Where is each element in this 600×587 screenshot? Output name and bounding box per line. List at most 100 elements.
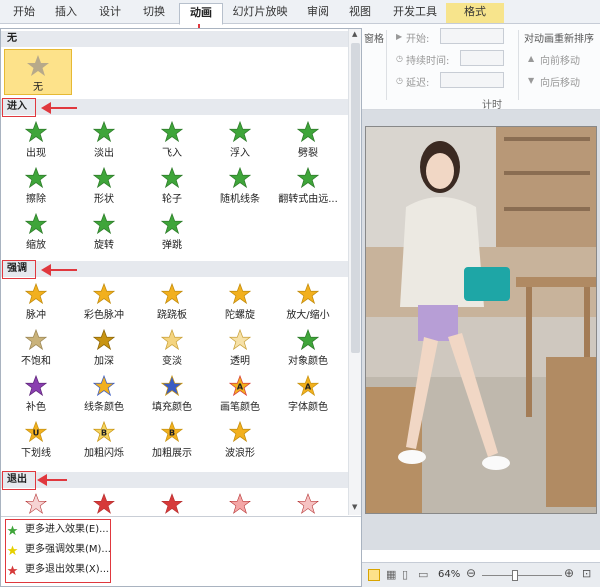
enter-effect-4[interactable]: 劈裂: [275, 119, 341, 165]
enter-effect-5[interactable]: 擦除: [3, 165, 69, 211]
enter-effect-1[interactable]: 淡出: [71, 119, 137, 165]
slide-photo[interactable]: [365, 126, 597, 514]
emphasis-effect-16[interactable]: B 加粗闪烁: [71, 419, 137, 465]
tab-review[interactable]: 审阅: [300, 3, 336, 23]
exit-effect-icon[interactable]: [25, 493, 47, 515]
enter-effect-label: 浮入: [230, 148, 250, 159]
gold-star-icon: [229, 421, 251, 443]
svg-text:U: U: [33, 428, 40, 438]
emphasis-effect-label: 透明: [230, 356, 250, 367]
scroll-up-icon[interactable]: ▲: [352, 30, 357, 38]
emphasis-effect-18[interactable]: 波浪形: [207, 419, 273, 465]
duration-field[interactable]: [460, 50, 504, 66]
gold-star-icon: [25, 329, 47, 351]
exit-effect-icon[interactable]: [161, 493, 183, 515]
enter-effect-label: 擦除: [26, 194, 46, 205]
down-arrow-icon: ▼: [528, 76, 535, 85]
zoom-in-icon[interactable]: ⊕: [564, 566, 574, 580]
green-star-icon: [25, 167, 47, 189]
emphasis-effect-9[interactable]: 对象颜色: [275, 327, 341, 373]
enter-effect-7[interactable]: 轮子: [139, 165, 205, 211]
gold-star-icon: [297, 283, 319, 305]
gallery-scrollbar[interactable]: ▲ ▼: [348, 29, 361, 515]
tab-view[interactable]: 视图: [342, 3, 378, 23]
zoom-slider-thumb[interactable]: [512, 570, 518, 581]
gold-star-icon: [93, 329, 115, 351]
enter-effect-2[interactable]: 飞入: [139, 119, 205, 165]
emphasis-effect-14[interactable]: A 字体颜色: [275, 373, 341, 419]
emphasis-effect-12[interactable]: 填充颜色: [139, 373, 205, 419]
delay-label: 延迟:: [406, 78, 430, 89]
delay-field[interactable]: [440, 72, 504, 88]
enter-effect-label: 淡出: [94, 148, 114, 159]
emphasis-effect-6[interactable]: 加深: [71, 327, 137, 373]
emphasis-effect-15[interactable]: U 下划线: [3, 419, 69, 465]
emphasis-effect-13[interactable]: A 画笔颜色: [207, 373, 273, 419]
svg-text:B: B: [169, 428, 175, 438]
slideshow-view-icon[interactable]: ▭: [418, 568, 428, 581]
tab-format[interactable]: 格式: [446, 3, 504, 23]
photo-illustration: [366, 127, 596, 513]
exit-effect-icon[interactable]: [93, 493, 115, 515]
emphasis-effect-label: 变淡: [162, 356, 182, 367]
effect-none[interactable]: 无: [4, 49, 72, 95]
emphasis-effect-4[interactable]: 放大/缩小: [275, 281, 341, 327]
emphasis-effect-label: 陀螺旋: [225, 310, 255, 321]
scroll-thumb[interactable]: [351, 43, 360, 353]
exit-effect-icon[interactable]: [297, 493, 319, 515]
clock-icon: ◷: [396, 54, 403, 63]
ribbon-separator: [386, 30, 387, 100]
more-exit-label: 更多退出效果(X)...: [25, 564, 110, 575]
move-earlier-button[interactable]: 向前移动: [540, 52, 580, 67]
enter-effect-10[interactable]: 缩放: [3, 211, 69, 257]
enter-effect-12[interactable]: 弹跳: [139, 211, 205, 257]
zoom-level[interactable]: 64%: [438, 569, 460, 580]
tab-animations[interactable]: 动画: [179, 3, 223, 25]
emphasis-effect-label: 加粗闪烁: [84, 448, 124, 459]
tab-insert[interactable]: 插入: [48, 3, 84, 23]
zoom-slider[interactable]: [482, 575, 562, 576]
enter-effect-3[interactable]: 浮入: [207, 119, 273, 165]
sorter-view-icon[interactable]: ▦: [386, 568, 396, 581]
emphasis-effect-8[interactable]: 透明: [207, 327, 273, 373]
emphasis-effect-0[interactable]: 脉冲: [3, 281, 69, 327]
more-effects-menu: 更多进入效果(E)... 更多强调效果(M)... 更多退出效果(X)...: [1, 516, 361, 586]
start-select[interactable]: [440, 28, 504, 44]
emphasis-effect-label: 线条颜色: [84, 402, 124, 413]
emphasis-effect-5[interactable]: 不饱和: [3, 327, 69, 373]
tab-slideshow[interactable]: 幻灯片放映: [228, 3, 292, 23]
enter-effect-label: 弹跳: [162, 240, 182, 251]
emphasis-effect-17[interactable]: B 加粗展示: [139, 419, 205, 465]
reading-view-icon[interactable]: ▯: [402, 568, 408, 581]
move-later-button[interactable]: 向后移动: [540, 74, 580, 89]
normal-view-button[interactable]: [368, 569, 380, 581]
enter-effect-label: 翻转式由远...: [278, 194, 338, 205]
exit-effect-icon[interactable]: [229, 493, 251, 515]
enter-effect-6[interactable]: 形状: [71, 165, 137, 211]
tab-developer[interactable]: 开发工具: [386, 3, 444, 23]
emphasis-effect-10[interactable]: 补色: [3, 373, 69, 419]
more-enter-label: 更多进入效果(E)...: [25, 524, 109, 535]
enter-effect-11[interactable]: 旋转: [71, 211, 137, 257]
tab-home[interactable]: 开始: [6, 3, 42, 23]
emphasis-effect-7[interactable]: 变淡: [139, 327, 205, 373]
fit-slide-icon[interactable]: ⊡: [582, 567, 591, 580]
green-star-icon: [161, 167, 183, 189]
tab-design[interactable]: 设计: [90, 3, 130, 23]
delay-icon: ◷: [396, 76, 403, 85]
emphasis-effect-label: 波浪形: [225, 448, 255, 459]
emphasis-effect-label: 下划线: [21, 448, 51, 459]
enter-effect-0[interactable]: 出现: [3, 119, 69, 165]
zoom-out-icon[interactable]: ⊖: [466, 566, 476, 580]
emphasis-effect-3[interactable]: 陀螺旋: [207, 281, 273, 327]
enter-effect-9[interactable]: 翻转式由远...: [275, 165, 341, 211]
tab-transitions[interactable]: 切换: [134, 3, 174, 23]
gold-star-icon: A: [229, 375, 251, 397]
emphasis-effect-2[interactable]: 跷跷板: [139, 281, 205, 327]
emphasis-effect-1[interactable]: 彩色脉冲: [71, 281, 137, 327]
enter-effect-label: 缩放: [26, 240, 46, 251]
green-star-icon: [93, 121, 115, 143]
enter-effect-8[interactable]: 随机线条: [207, 165, 273, 211]
emphasis-effect-11[interactable]: 线条颜色: [71, 373, 137, 419]
scroll-down-icon[interactable]: ▼: [352, 503, 357, 511]
